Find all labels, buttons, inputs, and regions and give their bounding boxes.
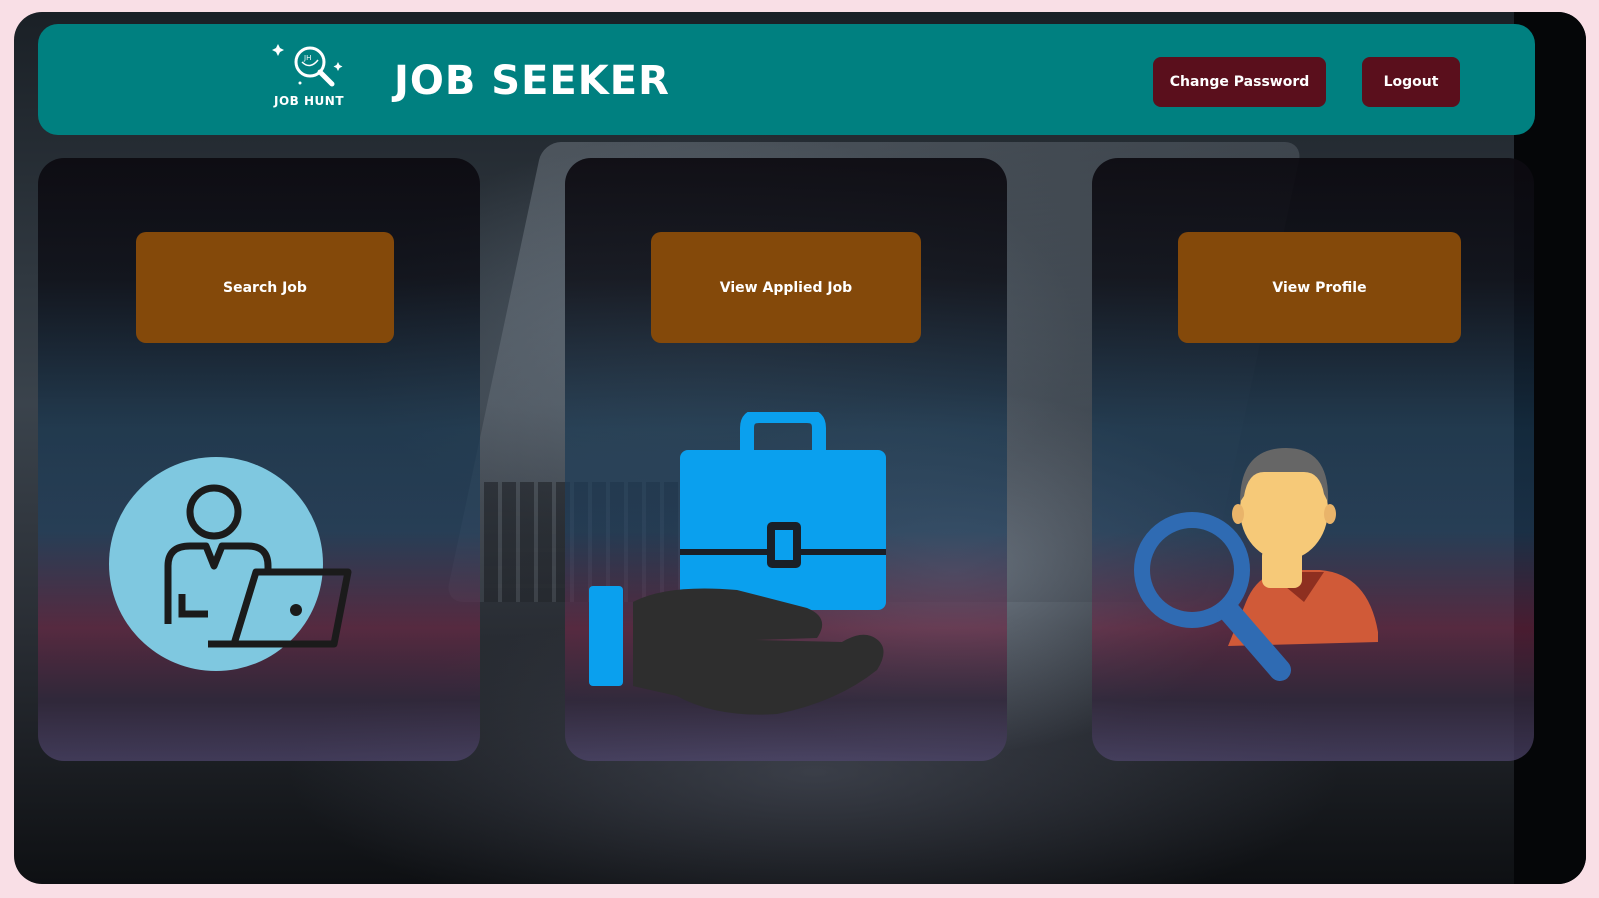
job-hunt-logo: JH JOB HUNT [270, 36, 360, 116]
svg-text:JH: JH [303, 54, 311, 62]
person-laptop-icon [109, 457, 352, 671]
logo-text: JOB HUNT [274, 94, 345, 108]
view-applied-job-card: View Applied Job [565, 158, 1007, 761]
view-applied-job-button[interactable]: View Applied Job [651, 232, 921, 343]
magnifier-logo-icon: JH [272, 44, 343, 87]
top-header: JH JOB HUNT JOB SEEKER Change Password L… [38, 24, 1535, 135]
view-profile-card: View Profile [1092, 158, 1534, 761]
page-title: JOB SEEKER [394, 58, 670, 104]
profile-search-icon [1134, 448, 1378, 681]
logout-button[interactable]: Logout [1362, 57, 1460, 107]
briefcase-hand-icon [589, 412, 886, 715]
view-profile-button[interactable]: View Profile [1178, 232, 1461, 343]
search-job-button[interactable]: Search Job [136, 232, 394, 343]
change-password-button[interactable]: Change Password [1153, 57, 1326, 107]
search-job-card: Search Job [38, 158, 480, 761]
